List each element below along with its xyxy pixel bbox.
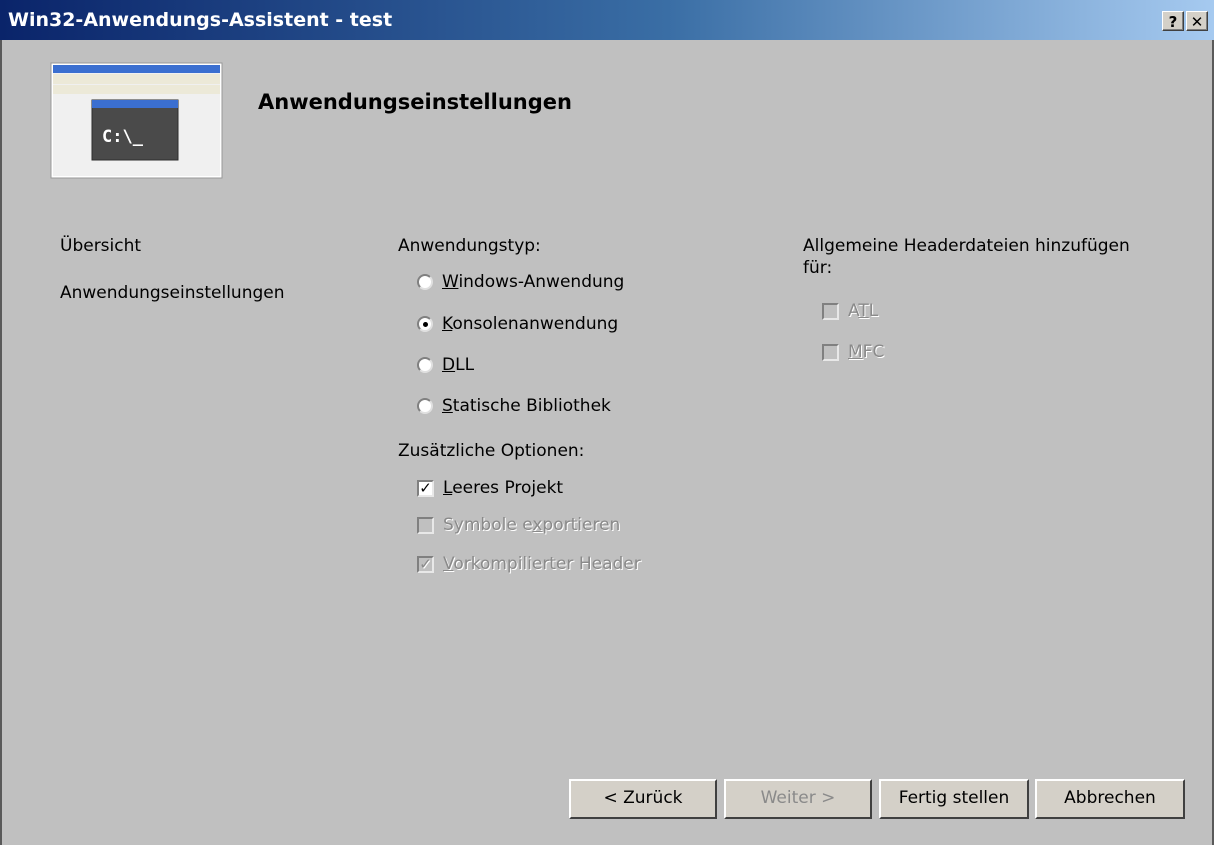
help-button[interactable]: ? — [1162, 11, 1184, 31]
radio-windows-app[interactable]: Windows-Anwendung — [417, 272, 624, 292]
radio-static-lib[interactable]: Statische Bibliothek — [417, 396, 611, 416]
checkbox-checked-disabled: ✓ — [417, 555, 434, 573]
back-button[interactable]: < Zurück — [569, 779, 717, 819]
radio-button[interactable] — [417, 274, 433, 290]
radio-console-app[interactable]: Konsolenanwendung — [417, 314, 618, 334]
check-empty-project[interactable]: ✓ Leeres Projekt — [417, 478, 563, 498]
headers-heading-line2: für: — [803, 258, 833, 278]
nav-item-app-settings[interactable]: Anwendungseinstellungen — [60, 283, 285, 303]
radio-dll[interactable]: DLL — [417, 355, 474, 375]
checkbox-disabled — [822, 343, 839, 361]
radio-button-selected[interactable] — [417, 316, 433, 332]
window-title: Win32-Anwendungs-Assistent - test — [8, 9, 393, 31]
check-atl[interactable]: ATL — [822, 301, 878, 321]
cancel-button[interactable]: Abbrechen — [1035, 779, 1185, 819]
check-precompiled-header[interactable]: ✓ Vorkompilierter Header — [417, 554, 641, 574]
check-export-symbols[interactable]: Symbole exportieren — [417, 515, 620, 535]
next-button[interactable]: Weiter > — [724, 779, 872, 819]
checkbox-checked[interactable]: ✓ — [417, 479, 434, 497]
check-mfc[interactable]: MFC — [822, 342, 884, 362]
checkbox-disabled — [822, 302, 839, 320]
page-title: Anwendungseinstellungen — [258, 90, 572, 114]
radio-button[interactable] — [417, 357, 433, 373]
checkbox-disabled — [417, 516, 434, 534]
title-bar[interactable]: Win32-Anwendungs-Assistent - test ? ✕ — [0, 0, 1214, 40]
console-prompt: C:\_ — [102, 127, 144, 147]
headers-heading: Allgemeine Headerdateien hinzufügen — [803, 236, 1130, 256]
additional-options-heading: Zusätzliche Optionen: — [398, 441, 585, 461]
app-type-heading: Anwendungstyp: — [398, 236, 541, 256]
radio-button[interactable] — [417, 398, 433, 414]
console-app-icon: C:\_ — [50, 62, 223, 179]
finish-button[interactable]: Fertig stellen — [879, 779, 1029, 819]
close-button[interactable]: ✕ — [1186, 11, 1208, 31]
nav-item-overview[interactable]: Übersicht — [60, 236, 141, 256]
